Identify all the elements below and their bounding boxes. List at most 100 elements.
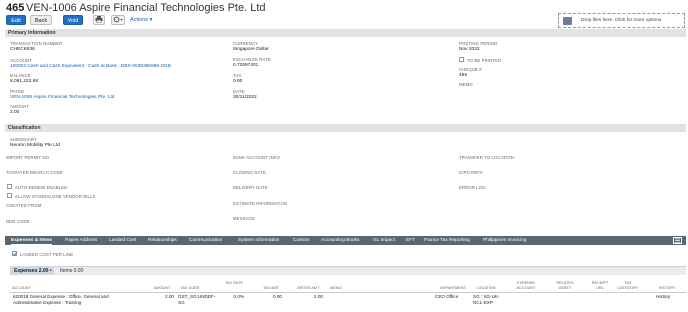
subtab-expenses[interactable]: Expenses 2.00 • [14, 268, 52, 274]
account-label: ACCOUNT [10, 58, 32, 63]
col-header-receipt-url: RECEIPT URL [591, 281, 609, 290]
col-header-amount: AMOUNT [153, 286, 171, 290]
col-header-related-asset: RELATED ASSET [556, 281, 574, 290]
ddr-code-label: DDR CODE [6, 219, 30, 224]
transfer-location-label: TRANSFER TO LOCATION [459, 155, 515, 160]
cheque-value: 465 [459, 73, 468, 78]
transaction-number-value: CHECK836 [10, 47, 35, 52]
actions-menu[interactable]: Actions ▾ [130, 17, 152, 23]
row-gross-amt: 2.00 [314, 294, 323, 299]
tab-payee-address[interactable]: Payee Address [65, 238, 97, 243]
page-title: VEN-1006 Aspire Financial Technologies P… [26, 2, 266, 14]
to-be-printed-label: TO BE PRINTED [467, 57, 502, 63]
balance-label: BALANCE [10, 73, 31, 78]
tab-accounting-books[interactable]: Accounting Books [321, 238, 359, 243]
primary-info-header[interactable]: Primary Information [5, 29, 686, 37]
estimate-info-label: ESTIMATE INFORMATION [233, 201, 288, 206]
allow-standalone-checkbox[interactable] [7, 193, 12, 198]
tab-landed-cost[interactable]: Landed Cost [109, 238, 136, 243]
print-button[interactable] [93, 15, 105, 25]
currency-value: Singapore Dollar [233, 47, 269, 52]
taxpayer-branch-label: TAXPAYER BRANCH CODE [6, 170, 63, 175]
checkmark-icon [13, 252, 17, 256]
landed-cost-checkbox[interactable] [12, 251, 17, 256]
tab-system-information[interactable]: System Information [238, 238, 279, 243]
tab-gl-impact[interactable]: GL Impact [373, 238, 395, 243]
col-header-tax-code: TAX CODE [180, 286, 200, 290]
to-be-printed-checkbox[interactable] [459, 57, 464, 62]
tab-custom[interactable]: Custom [293, 238, 310, 243]
menu-icon [675, 238, 680, 243]
memo-label: MEMO [459, 82, 473, 87]
tax-value: 0.00 [233, 79, 243, 84]
dropzone-text: Drop files here. Click for more options. [581, 18, 663, 23]
exchange-rate-value: 0.72697401 [233, 63, 259, 68]
gear-dropdown-icon [113, 16, 123, 23]
delivery-date-label: DELIVERY DATE [233, 185, 268, 190]
allow-standalone-label: ALLOW STANDALONE VENDOR BILLS [15, 193, 96, 199]
date-label: DATE [233, 89, 245, 94]
tab-eft[interactable]: EFT [406, 238, 415, 243]
tab-philippines-invoicing[interactable]: Philippines Invoicing [483, 238, 526, 243]
row-account-link[interactable]: 520018 General Expense : Office, General… [13, 294, 123, 305]
void-button[interactable]: Void [63, 15, 83, 25]
import-permit-label: IMPORT PERMIT NO. [6, 155, 51, 160]
posting-period-value: Nov 2022 [459, 47, 480, 52]
row-history-link[interactable]: History [656, 294, 680, 300]
cheque-label: CHEQUE # [459, 67, 482, 72]
transaction-number-label: TRANSACTION NUMBER [10, 41, 63, 46]
posting-period-label: POSTING PERIOD [459, 41, 498, 46]
printer-icon [95, 16, 103, 24]
payee-label: PAYEE [10, 89, 25, 94]
col-header-memo: MEMO [330, 286, 342, 290]
account-link[interactable]: 100002 Cash and Cash Equivalent : Cash a… [10, 64, 171, 69]
closing-date-label: CLOSING DATE [233, 170, 266, 175]
payee-link[interactable]: VEN-1006 Aspire Financial Technologies P… [10, 95, 114, 100]
auto-renew-label: AUTO-RENEW ENABLED [15, 184, 68, 190]
auto-renew-checkbox[interactable] [7, 184, 12, 189]
tab-communication[interactable]: Communication [189, 238, 222, 243]
tax-label: TAX [233, 73, 242, 78]
col-header-gross-amt: GROSS AMT [296, 286, 320, 290]
col-header-tax-amt: TAX AMT [263, 286, 279, 290]
classification-header[interactable]: Classification [5, 124, 686, 132]
subsidiary-label: SUBSIDIARY [10, 137, 37, 142]
icpo-ref-label: ICPO REF# [459, 170, 483, 175]
row-amount: 2.00 [165, 294, 174, 299]
col-header-tax-category: TAX CATEGORY [617, 281, 639, 290]
bank-account-info-label: BANK ACCOUNT INFO [233, 155, 280, 160]
tab-france-tax-reporting[interactable]: France Tax Reporting [424, 238, 470, 243]
back-button[interactable]: Back [30, 15, 52, 25]
table-header-divider [10, 292, 686, 293]
col-header-department: DEPARTMENT [440, 286, 466, 290]
row-tax-rate: 0.0% [233, 294, 244, 299]
landed-cost-label: LANDED COST PER LINE [20, 251, 74, 257]
tab-expenses-items[interactable]: Expenses & Items [11, 238, 53, 245]
subtab-items[interactable]: Items 0.00 [60, 268, 83, 274]
row-department: CEO Office [435, 294, 459, 299]
row-tax-code: GST_SG:UNDEF-SG [178, 294, 216, 305]
amount-value: 2.00 [10, 110, 20, 115]
col-header-location: LOCATION [476, 286, 496, 290]
tab-menu-button[interactable] [673, 237, 682, 244]
col-header-tax-rate: TAX RATE [224, 281, 243, 285]
file-dropzone[interactable]: Drop files here. Click for more options. [558, 13, 685, 28]
col-header-history: HISTORY [658, 286, 676, 290]
line-subtabs [10, 266, 686, 275]
message-label: MESSAGE [233, 216, 255, 221]
edit-button[interactable]: Edit [6, 15, 26, 25]
col-header-account: ACCOUNT [12, 286, 31, 290]
error-log-label: ERROR LOG [459, 185, 486, 190]
date-value: 30/11/2022 [233, 95, 257, 100]
exchange-rate-label: EXCHANGE RATE [233, 57, 271, 62]
row-location: SG : SG-UK-NCL-EXP [473, 294, 500, 305]
more-options-button[interactable] [111, 15, 125, 25]
record-number: 465 [6, 2, 25, 14]
col-header-expense-account: EXPENSE ACCOUNT [516, 281, 536, 290]
subsidiary-value: Neuron Mobility Pte Ltd [10, 143, 60, 148]
created-from-label: CREATED FROM [6, 203, 42, 208]
row-tax-amt: 0.00 [273, 294, 282, 299]
amount-label: AMOUNT [10, 104, 30, 109]
tab-relationships[interactable]: Relationships [148, 238, 177, 243]
folder-icon [563, 17, 572, 25]
